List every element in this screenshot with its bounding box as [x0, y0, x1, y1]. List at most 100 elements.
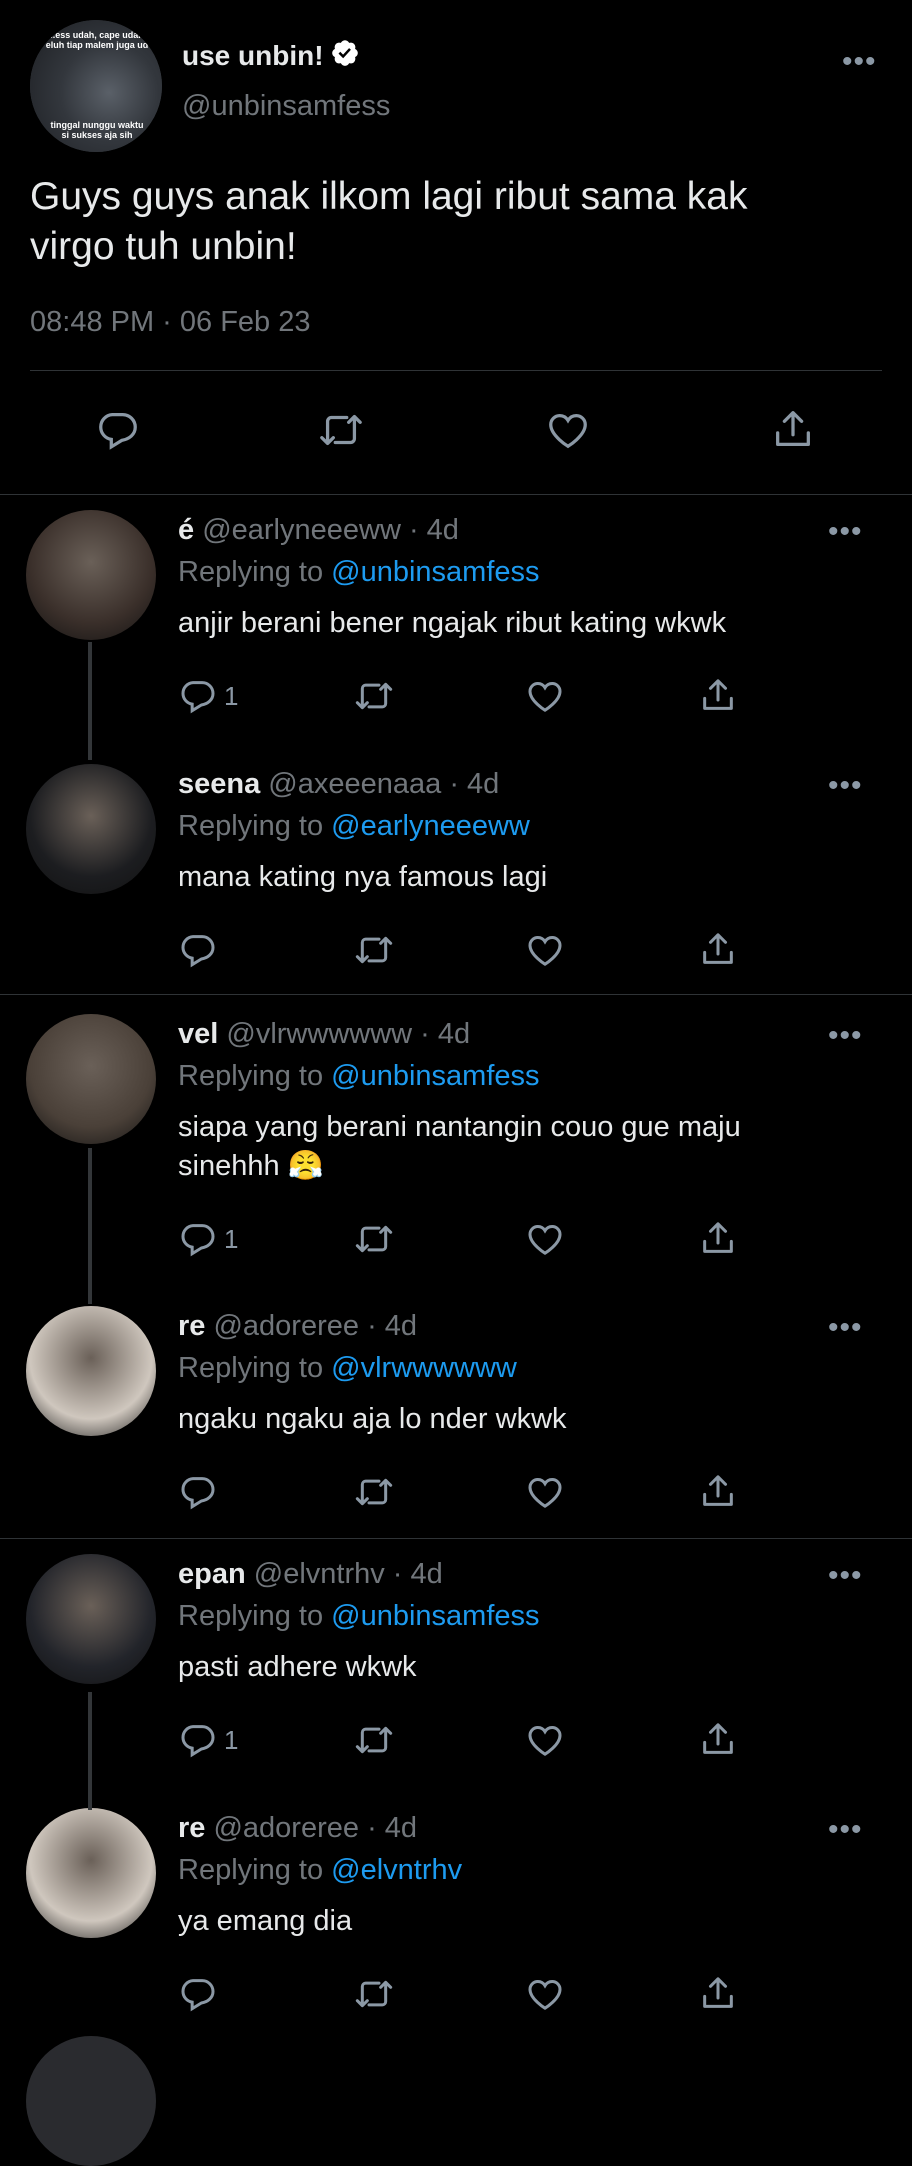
comment-icon [178, 930, 218, 970]
verified-badge-icon [330, 38, 360, 73]
share-icon [770, 405, 816, 453]
replying-to-label: Replying to [178, 1854, 324, 1886]
avatar[interactable] [26, 2036, 156, 2166]
like-button[interactable] [544, 407, 592, 453]
reply-count: 1 [224, 680, 239, 711]
reply-text: siapa yang berani nantangin couo gue maj… [178, 1111, 741, 1182]
heart-icon [544, 407, 592, 453]
reply-button[interactable] [178, 1974, 224, 2014]
reply-count: 1 [224, 1724, 239, 1755]
reply-handle[interactable]: @adoreree [213, 1310, 359, 1342]
heart-icon [524, 930, 566, 970]
replying-to-label: Replying to [178, 810, 324, 842]
main-tweet-text: Guys guys anak ilkom lagi ribut sama kak… [30, 175, 748, 268]
reply-handle[interactable]: @elvntrhv [254, 1558, 385, 1590]
avatar[interactable] [26, 1014, 156, 1144]
reply-handle[interactable]: @earlyneeeww [202, 514, 401, 546]
heart-icon [524, 1219, 566, 1259]
more-icon[interactable]: ••• [828, 1561, 863, 1591]
like-button[interactable] [524, 676, 566, 716]
share-button[interactable] [698, 928, 738, 970]
more-icon[interactable]: ••• [842, 47, 877, 77]
retweet-icon [352, 1219, 396, 1259]
retweet-button[interactable] [352, 1974, 396, 2014]
heart-icon [524, 676, 566, 716]
reply-button[interactable]: 1 [178, 1720, 238, 1760]
like-button[interactable] [524, 930, 566, 970]
main-handle[interactable]: @unbinsamfess [182, 90, 390, 123]
share-button[interactable] [770, 405, 816, 453]
avatar[interactable] [26, 1554, 156, 1684]
share-icon [698, 1718, 738, 1760]
comment-icon [178, 1472, 218, 1512]
share-button[interactable] [698, 1718, 738, 1760]
avatar-caption-top: ..ess udah, cape udah eluh tiap malem ju… [45, 30, 149, 50]
main-display-name[interactable]: use unbin! [182, 40, 324, 72]
avatar[interactable] [26, 510, 156, 640]
retweet-button[interactable] [352, 930, 396, 970]
reply-handle[interactable]: @axeeenaaa [268, 768, 441, 800]
more-icon[interactable]: ••• [828, 1313, 863, 1343]
share-button[interactable] [698, 1972, 738, 2014]
retweet-icon [352, 676, 396, 716]
replying-to-mention[interactable]: @unbinsamfess [331, 1600, 539, 1632]
reply-text: anjir berani bener ngajak ribut kating w… [178, 607, 727, 639]
retweet-icon [352, 1974, 396, 2014]
heart-icon [524, 1720, 566, 1760]
retweet-button[interactable] [352, 1720, 396, 1760]
replying-to-mention[interactable]: @unbinsamfess [331, 556, 539, 588]
share-button[interactable] [698, 1217, 738, 1259]
avatar[interactable] [26, 1306, 156, 1436]
reply-display-name[interactable]: seena [178, 768, 260, 800]
share-button[interactable] [698, 1470, 738, 1512]
thread-line [88, 1692, 92, 1810]
avatar[interactable] [26, 1808, 156, 1938]
reply-text: mana kating nya famous lagi [178, 861, 548, 893]
section-divider [0, 1538, 912, 1539]
reply-handle[interactable]: @vlrwwwwww [226, 1018, 412, 1050]
replying-to-label: Replying to [178, 556, 324, 588]
share-icon [698, 674, 738, 716]
replying-to-mention[interactable]: @earlyneeeww [331, 810, 530, 842]
share-button[interactable] [698, 674, 738, 716]
retweet-button[interactable] [352, 1219, 396, 1259]
main-timestamp[interactable]: 08:48 PM · 06 Feb 23 [30, 306, 311, 339]
reply-button[interactable] [95, 407, 141, 453]
retweet-button[interactable] [316, 407, 366, 453]
like-button[interactable] [524, 1720, 566, 1760]
reply-button[interactable] [178, 930, 224, 970]
share-icon [698, 1972, 738, 2014]
reply-button[interactable]: 1 [178, 1219, 238, 1259]
replying-to-mention[interactable]: @vlrwwwwww [331, 1352, 517, 1384]
more-icon[interactable]: ••• [828, 771, 863, 801]
share-icon [698, 1217, 738, 1259]
comment-icon [178, 1974, 218, 2014]
reply-button[interactable]: 1 [178, 676, 238, 716]
retweet-button[interactable] [352, 676, 396, 716]
main-avatar[interactable]: ..ess udah, cape udah eluh tiap malem ju… [30, 20, 162, 152]
retweet-button[interactable] [352, 1472, 396, 1512]
avatar[interactable] [26, 764, 156, 894]
like-button[interactable] [524, 1974, 566, 2014]
main-divider [30, 370, 882, 371]
reply-time: · 4d [392, 1558, 443, 1590]
reply-handle[interactable]: @adoreree [213, 1812, 359, 1844]
reply-time: · 4d [367, 1812, 418, 1844]
more-icon[interactable]: ••• [828, 1815, 863, 1845]
reply-display-name[interactable]: re [178, 1812, 205, 1844]
comment-icon [95, 407, 141, 453]
replying-to-mention[interactable]: @elvntrhv [331, 1854, 462, 1886]
like-button[interactable] [524, 1219, 566, 1259]
reply-text: pasti adhere wkwk [178, 1651, 417, 1683]
reply-button[interactable] [178, 1472, 224, 1512]
like-button[interactable] [524, 1472, 566, 1512]
reply-display-name[interactable]: epan [178, 1558, 246, 1590]
reply-display-name[interactable]: re [178, 1310, 205, 1342]
share-icon [698, 1470, 738, 1512]
reply-display-name[interactable]: vel [178, 1018, 218, 1050]
more-icon[interactable]: ••• [828, 517, 863, 547]
more-icon[interactable]: ••• [828, 1021, 863, 1051]
reply-display-name[interactable]: é [178, 514, 194, 546]
reply-text: ngaku ngaku aja lo nder wkwk [178, 1403, 567, 1435]
replying-to-mention[interactable]: @unbinsamfess [331, 1060, 539, 1092]
